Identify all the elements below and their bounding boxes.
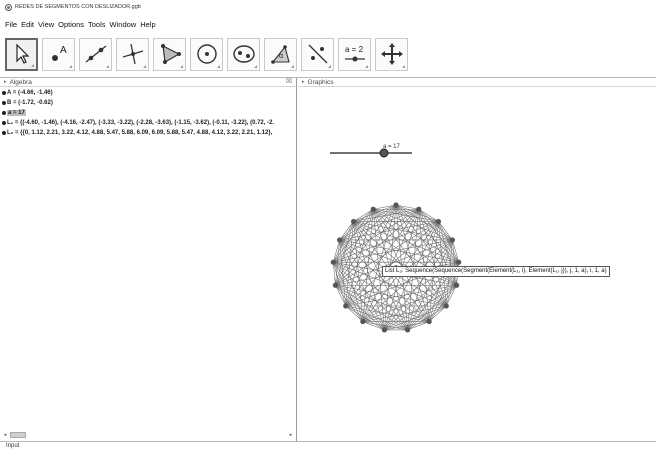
ellipse-tool-button[interactable] — [227, 37, 260, 71]
algebra-row-text: L₁ = {(-4.60, -1.46), (-4.16, -2.47), (-… — [7, 120, 275, 126]
algebra-row-text: A = (-4.66, -1.46) — [7, 90, 53, 96]
network-point[interactable] — [443, 303, 449, 309]
network-point[interactable] — [416, 206, 422, 212]
network-point[interactable] — [370, 206, 376, 212]
network-point[interactable] — [332, 282, 339, 288]
app-icon — [5, 3, 12, 11]
scroll-thumb[interactable] — [10, 432, 26, 438]
graphics-canvas[interactable]: a = 17 — [298, 78, 656, 441]
object-tooltip: List L₃: Sequence(Sequence(Segment(Eleme… — [382, 266, 610, 277]
network-segment[interactable] — [438, 221, 447, 306]
perpendicular-line-tool-button[interactable] — [116, 37, 149, 71]
algebra-row-text: B = (-1.72, -0.62) — [7, 100, 53, 106]
algebra-row-text: L₂ = {{0, 1.12, 2.21, 3.22, 4.12, 4.88, … — [7, 130, 273, 136]
close-icon[interactable]: ☒ — [285, 78, 293, 86]
network-point[interactable] — [337, 237, 343, 243]
toolbar: A α a = 2 — [0, 33, 656, 75]
menu-edit[interactable]: Edit — [21, 20, 34, 29]
menu-help[interactable]: Help — [140, 20, 155, 29]
angle-tool-button[interactable]: α — [264, 37, 297, 71]
polygon-tool-icon — [160, 44, 181, 64]
title-bar: REDES DE SEGMENTOS CON DESLIZADOR.ggb — [0, 0, 656, 14]
reflect-tool-icon — [308, 44, 327, 64]
network-point[interactable] — [343, 303, 349, 309]
perpendicular-line-tool-icon — [122, 43, 143, 65]
move-graphics-view-tool-icon — [380, 43, 403, 65]
network-segment[interactable] — [345, 221, 354, 306]
circle-tool-icon — [196, 44, 217, 64]
line-tool-icon — [85, 45, 106, 63]
visibility-dot-icon[interactable] — [2, 111, 6, 115]
menu-window[interactable]: Window — [110, 20, 137, 29]
scroll-track[interactable] — [8, 432, 288, 438]
network-segment[interactable] — [418, 209, 453, 241]
point-tool-button[interactable]: A — [42, 37, 75, 71]
circle-tool-button[interactable] — [190, 37, 223, 71]
graphics-panel[interactable]: ▸ Graphics a = 17 — [298, 78, 656, 441]
slider-tool-icon: a = 2 — [344, 45, 365, 62]
input-label: Input — [6, 443, 20, 449]
menu-view[interactable]: View — [38, 20, 54, 29]
network-point[interactable] — [449, 237, 455, 243]
algebra-header: ▸ Algebra ☒ — [0, 78, 296, 87]
algebra-row-A[interactable]: A = (-4.66, -1.46) — [0, 88, 296, 98]
line-tool-button[interactable] — [79, 37, 112, 71]
slider-knob[interactable] — [379, 148, 389, 158]
scroll-right-icon[interactable]: ▸ — [288, 432, 294, 438]
visibility-dot-icon[interactable] — [2, 131, 6, 135]
menu-options[interactable]: Options — [58, 20, 84, 29]
input-bar[interactable]: Input — [0, 441, 656, 450]
menu-tools[interactable]: Tools — [88, 20, 106, 29]
visibility-dot-icon[interactable] — [2, 121, 6, 125]
visibility-dot-icon[interactable] — [2, 91, 6, 95]
polygon-tool-button[interactable] — [153, 37, 186, 71]
svg-text:a = 2: a = 2 — [345, 45, 364, 54]
point-tool-icon: A — [51, 45, 67, 61]
menu-file[interactable]: File — [5, 20, 17, 29]
algebra-row-L1[interactable]: L₁ = {(-4.60, -1.46), (-4.16, -2.47), (-… — [0, 118, 296, 128]
window-title: REDES DE SEGMENTOS CON DESLIZADOR.ggb — [15, 4, 141, 10]
network-point[interactable] — [453, 282, 460, 288]
ellipse-tool-icon — [232, 45, 255, 63]
network-point[interactable] — [330, 259, 336, 265]
algebra-horizontal-scrollbar[interactable]: ◂ ▸ — [2, 431, 294, 439]
algebra-row-L2[interactable]: L₂ = {{0, 1.12, 2.21, 3.22, 4.12, 4.88, … — [0, 128, 296, 138]
network-point[interactable] — [381, 327, 388, 333]
network-point[interactable] — [456, 259, 462, 265]
move-tool-button[interactable] — [5, 37, 38, 71]
reflect-tool-button[interactable] — [301, 37, 334, 71]
svg-text:α: α — [279, 53, 283, 60]
algebra-list: A = (-4.66, -1.46) B = (-1.72, -0.62) a … — [0, 87, 296, 138]
algebra-title: Algebra — [9, 78, 32, 86]
menu-bar: File Edit View Options Tools Window Help — [0, 17, 160, 31]
slider-a[interactable]: a = 17 — [330, 144, 412, 158]
algebra-row-text: a = 17 — [7, 110, 26, 116]
network-point[interactable] — [393, 202, 399, 208]
network-segment[interactable] — [428, 305, 447, 322]
angle-tool-icon: α — [270, 45, 290, 64]
algebra-row-B[interactable]: B = (-1.72, -0.62) — [0, 98, 296, 108]
network-point[interactable] — [350, 218, 357, 225]
move-graphics-view-tool-button[interactable] — [375, 37, 408, 71]
network-point[interactable] — [404, 327, 411, 333]
network-point[interactable] — [426, 318, 432, 325]
algebra-panel: ▸ Algebra ☒ A = (-4.66, -1.46) B = (-1.7… — [0, 78, 297, 441]
algebra-row-a[interactable]: a = 17 — [0, 108, 296, 118]
move-tool-icon — [15, 43, 29, 64]
network-point[interactable] — [360, 318, 366, 325]
panel-collapse-icon[interactable]: ▸ — [4, 79, 7, 85]
svg-text:A: A — [60, 45, 67, 56]
visibility-dot-icon[interactable] — [2, 101, 6, 105]
network-segment[interactable] — [339, 209, 374, 241]
network-segment[interactable] — [345, 305, 364, 322]
slider-tool-button[interactable]: a = 2 — [338, 37, 371, 71]
network-point[interactable] — [435, 218, 442, 225]
